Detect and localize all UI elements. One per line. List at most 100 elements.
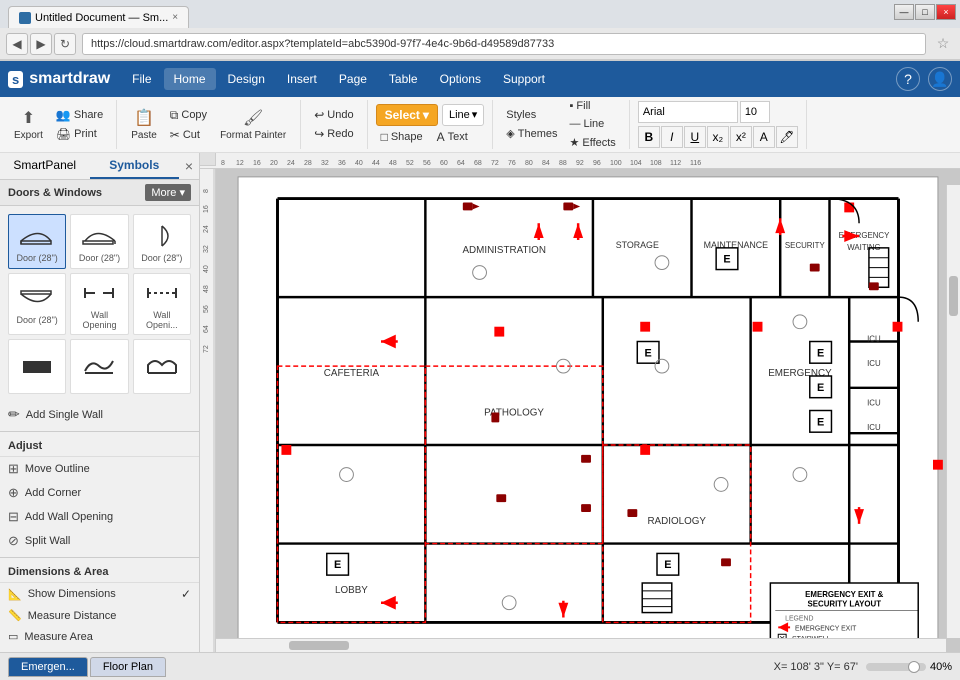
redo-button[interactable]: ↪ Redo <box>309 125 358 143</box>
effects-button[interactable]: ★ Effects <box>565 134 621 151</box>
italic-button[interactable]: I <box>661 126 683 148</box>
measure-area-item[interactable]: ▭ Measure Area <box>0 626 199 647</box>
select-button[interactable]: Select ▾ <box>376 104 438 126</box>
share-button[interactable]: 👥 Share <box>51 106 108 124</box>
shape-button[interactable]: □ Shape <box>376 128 428 146</box>
print-button[interactable]: 🖨 Print <box>51 125 108 143</box>
format-painter-button[interactable]: 🖌 Format Painter <box>214 105 292 144</box>
minimize-button[interactable]: — <box>894 4 914 20</box>
svg-text:ICU: ICU <box>867 359 881 368</box>
cut-button[interactable]: ✂ Cut <box>165 126 212 144</box>
text-button[interactable]: A Text <box>432 128 473 146</box>
refresh-button[interactable]: ↻ <box>54 33 76 55</box>
subscript-button[interactable]: x₂ <box>707 126 729 148</box>
menu-options[interactable]: Options <box>430 68 491 90</box>
redo-label: Redo <box>327 128 353 140</box>
svg-text:64: 64 <box>457 160 465 166</box>
tab-floor-plan[interactable]: Floor Plan <box>90 657 166 677</box>
move-outline-item[interactable]: ⊞ Move Outline <box>0 457 199 481</box>
measure-distance-item[interactable]: 📏 Measure Distance <box>0 605 199 626</box>
copy-button[interactable]: ⧉ Copy <box>165 106 212 125</box>
maximize-button[interactable]: □ <box>915 4 935 20</box>
symbol-wall-opening[interactable]: Wall Opening <box>70 273 128 335</box>
help-icon[interactable]: ? <box>896 67 920 91</box>
show-dimensions-item[interactable]: 📐 Show Dimensions ✓ <box>0 583 199 605</box>
symbols-tab[interactable]: Symbols <box>90 153 180 179</box>
svg-text:STORAGE: STORAGE <box>616 240 659 250</box>
symbol-door-1[interactable]: Door (28") <box>8 214 66 269</box>
font-name-input[interactable]: Arial <box>638 101 738 123</box>
menu-table[interactable]: Table <box>379 68 428 90</box>
symbol-wall-openi[interactable]: Wall Openi... <box>133 273 191 335</box>
symbol-door-4[interactable]: Door (28") <box>8 273 66 335</box>
svg-text:108: 108 <box>650 160 662 166</box>
fill-button[interactable]: ▪ Fill <box>565 98 621 114</box>
symbol-arch[interactable] <box>133 339 191 394</box>
styles-button[interactable]: Styles <box>501 107 562 123</box>
vertical-scrollbar[interactable] <box>946 185 960 638</box>
add-single-wall-button[interactable]: ✏ Add Single Wall <box>0 402 199 427</box>
copy-icon: ⧉ <box>170 108 179 123</box>
svg-text:EMERGENCY EXIT: EMERGENCY EXIT <box>795 625 857 632</box>
shape-label: Shape <box>391 131 423 143</box>
zoom-control[interactable]: 40% <box>866 661 952 673</box>
font-size-input[interactable]: 10 <box>740 101 770 123</box>
menu-home[interactable]: Home <box>164 68 216 90</box>
close-window-button[interactable]: × <box>936 4 956 20</box>
symbol-grid: Door (28") Door (28") Door (28") <box>0 206 199 402</box>
cut-icon: ✂ <box>170 128 180 142</box>
scroll-thumb-vertical[interactable] <box>949 276 958 316</box>
split-wall-item[interactable]: ⊘ Split Wall <box>0 529 199 553</box>
canvas-area[interactable]: 8 12 16 20 24 28 32 36 40 44 48 52 56 60… <box>200 153 960 652</box>
select-dropdown-icon: ▾ <box>423 108 429 122</box>
symbol-wave[interactable] <box>70 339 128 394</box>
back-button[interactable]: ◀ <box>6 33 28 55</box>
user-icon[interactable]: 👤 <box>928 67 952 91</box>
smartpanel-tab[interactable]: SmartPanel <box>0 153 90 179</box>
svg-text:20: 20 <box>270 160 278 166</box>
browser-tab[interactable]: Untitled Document — Sm... × <box>8 6 189 28</box>
horizontal-scrollbar[interactable] <box>216 638 946 652</box>
underline-button[interactable]: U <box>684 126 706 148</box>
svg-text:12: 12 <box>236 160 244 166</box>
scroll-thumb-horizontal[interactable] <box>289 641 349 650</box>
move-outline-label: Move Outline <box>25 463 90 475</box>
drawing-canvas[interactable]: ADMINISTRATION STORAGE MAINTENANCE SECUR… <box>216 169 960 652</box>
font-color-button[interactable]: A <box>753 126 775 148</box>
highlight-button[interactable]: 🖊 <box>776 126 798 148</box>
svg-text:96: 96 <box>593 160 601 166</box>
svg-text:56: 56 <box>423 160 431 166</box>
tab-close-icon[interactable]: × <box>172 12 178 23</box>
add-wall-opening-item[interactable]: ⊟ Add Wall Opening <box>0 505 199 529</box>
window-controls: — □ × <box>894 4 960 20</box>
forward-button[interactable]: ▶ <box>30 33 52 55</box>
menu-support[interactable]: Support <box>493 68 555 90</box>
symbol-solid[interactable] <box>8 339 66 394</box>
line2-button[interactable]: — Line <box>565 116 621 132</box>
line-dropdown[interactable]: Line ▾ <box>442 104 484 126</box>
cut-label: Cut <box>183 129 200 141</box>
panel-close-button[interactable]: × <box>179 153 199 179</box>
symbol-door-3[interactable]: Door (28") <box>133 214 191 269</box>
bookmark-icon[interactable]: ☆ <box>932 33 954 55</box>
menu-insert[interactable]: Insert <box>277 68 327 90</box>
paste-button[interactable]: 📋 Paste <box>125 105 163 144</box>
menu-design[interactable]: Design <box>218 68 275 90</box>
symbol-door-2[interactable]: Door (28") <box>70 214 128 269</box>
menu-page[interactable]: Page <box>329 68 377 90</box>
export-button[interactable]: ⬆ Export <box>8 105 49 144</box>
themes-button[interactable]: ◈ Themes <box>501 125 562 142</box>
address-bar[interactable]: https://cloud.smartdraw.com/editor.aspx?… <box>82 33 926 55</box>
undo-button[interactable]: ↩ Undo <box>309 106 358 124</box>
add-corner-item[interactable]: ⊕ Add Corner <box>0 481 199 505</box>
zoom-thumb[interactable] <box>908 661 920 673</box>
svg-text:8: 8 <box>221 160 225 166</box>
svg-text:32: 32 <box>321 160 329 166</box>
superscript-button[interactable]: x² <box>730 126 752 148</box>
more-button[interactable]: More ▾ <box>145 184 191 201</box>
menu-file[interactable]: File <box>122 68 161 90</box>
measure-area-icon: ▭ <box>8 630 18 643</box>
zoom-slider[interactable] <box>866 663 926 671</box>
tab-emergency[interactable]: Emergen... <box>8 657 88 677</box>
bold-button[interactable]: B <box>638 126 660 148</box>
